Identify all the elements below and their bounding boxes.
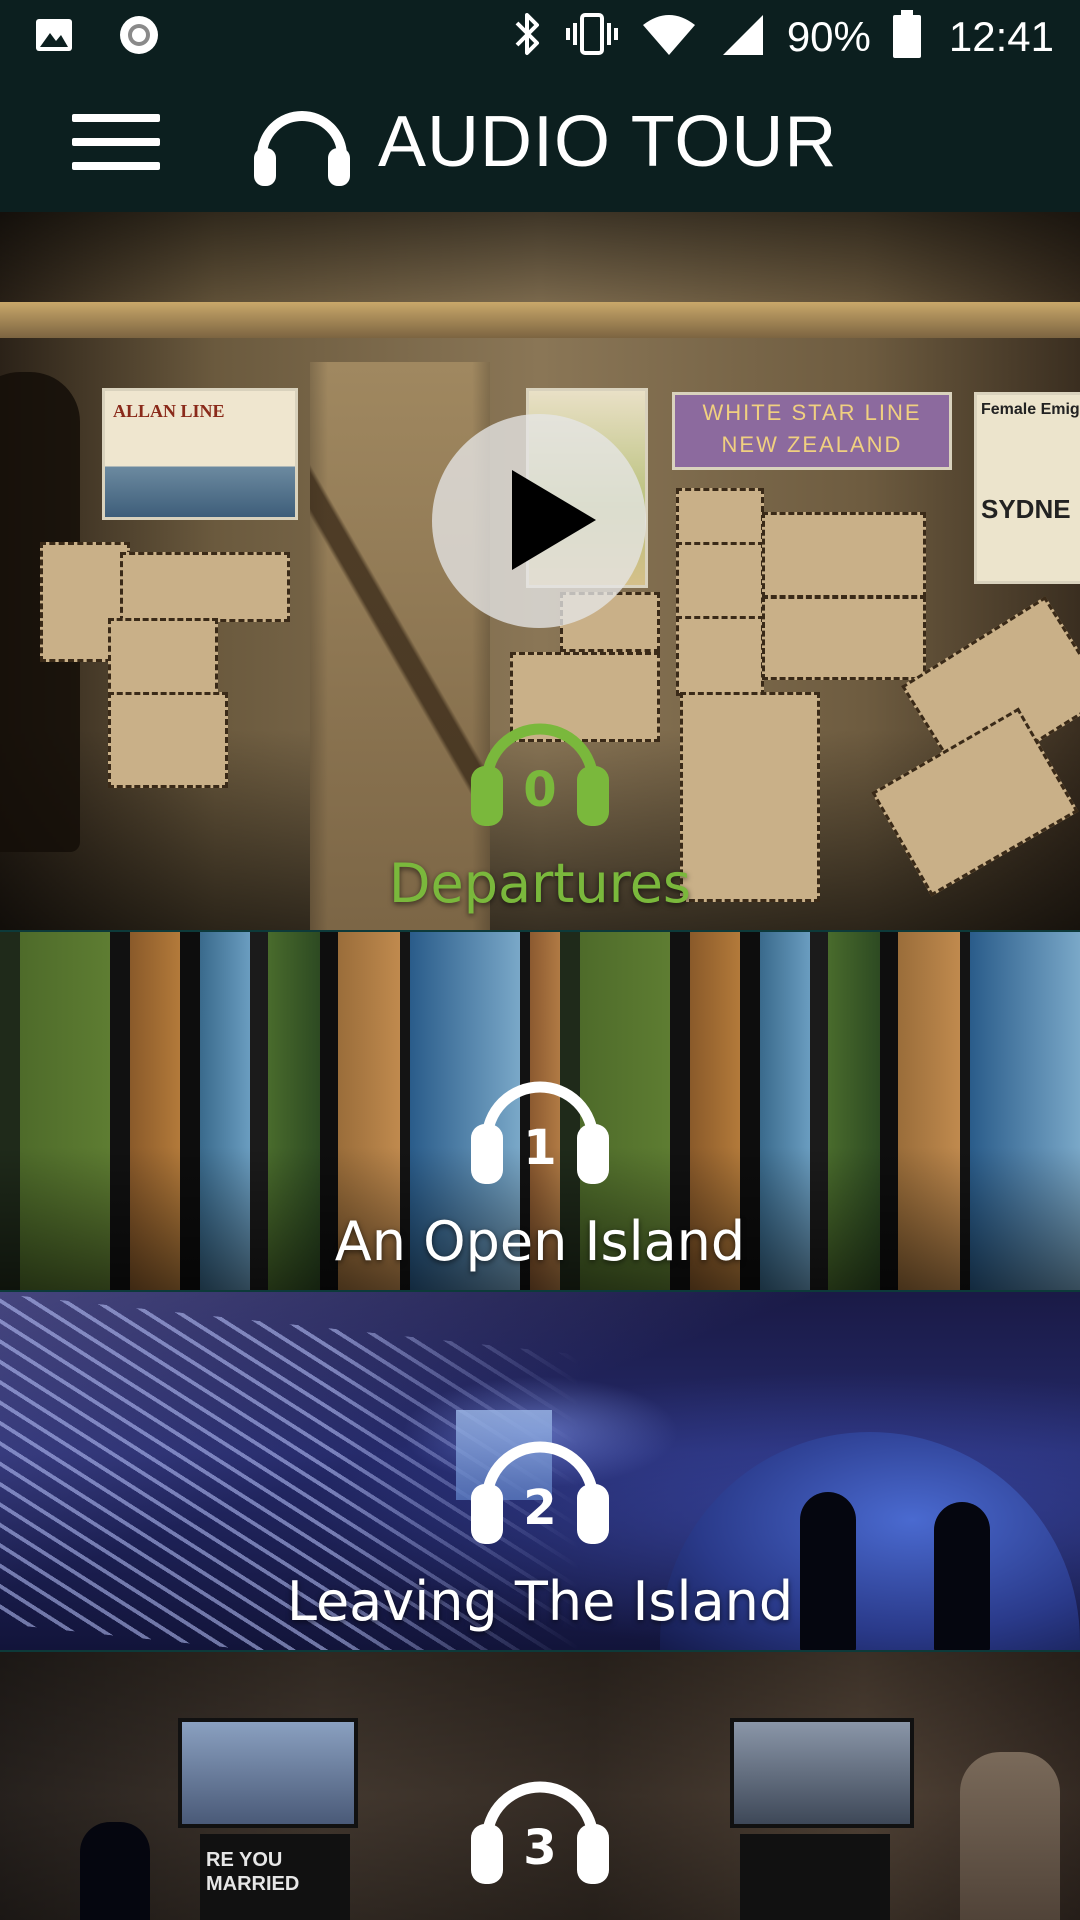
status-bar: 90% 12:41 <box>0 0 1080 72</box>
stop-number: 2 <box>523 1480 557 1536</box>
vibrate-icon <box>565 11 619 62</box>
headphones-icon <box>250 100 354 186</box>
poster-white-star-line: WHITE STAR LINE NEW ZEALAND <box>672 392 952 470</box>
crate <box>108 692 228 788</box>
image-icon <box>34 15 74 60</box>
crate <box>762 596 926 680</box>
poster-allan-line: ALLAN LINE <box>102 388 298 520</box>
tour-stop-1[interactable]: 1 An Open Island <box>0 932 1080 1290</box>
shelf <box>0 302 1080 338</box>
visitor-silhouette <box>80 1822 150 1920</box>
poster-emigration: Female Emigr SYDNE <box>974 392 1080 584</box>
tour-stop-2[interactable]: 2 Leaving The Island <box>0 1292 1080 1650</box>
poster-white-star-line-line2: NEW ZEALAND <box>721 432 903 457</box>
stop-0-badge: 0 <box>465 712 615 828</box>
hamburger-menu-icon[interactable] <box>68 108 160 176</box>
poster-allan-line-text: ALLAN LINE <box>113 401 225 421</box>
portrait-mural <box>960 1752 1060 1920</box>
record-icon <box>118 14 160 61</box>
video-screen <box>730 1718 914 1828</box>
stop-2-badge: 2 <box>465 1430 615 1546</box>
tour-stop-0[interactable]: ALLAN LINE WHITE STAR LINE NEW ZEALAND F… <box>0 212 1080 930</box>
tour-stop-list: ALLAN LINE WHITE STAR LINE NEW ZEALAND F… <box>0 212 1080 1920</box>
page-title: AUDIO TOUR <box>378 102 838 182</box>
crate <box>762 512 926 598</box>
battery-icon <box>892 10 921 63</box>
stop-title: Departures <box>388 852 692 915</box>
play-icon[interactable] <box>432 414 646 628</box>
cell-signal-icon <box>719 11 765 62</box>
poster-emigration-line2: SYDNE <box>981 494 1071 524</box>
stop-number: 1 <box>523 1120 557 1176</box>
crate <box>120 552 290 622</box>
stop-number: 3 <box>523 1820 557 1876</box>
clock: 12:41 <box>948 12 1054 60</box>
poster-emigration-line1: Female Emigr <box>981 401 1080 418</box>
video-screen <box>178 1718 358 1828</box>
stop-number: 0 <box>523 762 557 818</box>
battery-percent: 90% <box>786 12 871 60</box>
app-bar: AUDIO TOUR <box>0 72 1080 212</box>
info-sign-text: RE YOU MARRIED <box>206 1849 300 1895</box>
crate <box>676 488 764 548</box>
crate <box>108 618 218 698</box>
stop-1-badge: 1 <box>465 1070 615 1186</box>
stop-title: Leaving The Island <box>286 1570 794 1633</box>
wifi-icon <box>641 11 697 62</box>
crate <box>676 542 764 622</box>
crate <box>676 616 764 696</box>
tour-stop-3[interactable]: RE YOU MARRIED 3 <box>0 1652 1080 1920</box>
info-sign <box>740 1834 890 1920</box>
info-sign: RE YOU MARRIED <box>200 1834 350 1920</box>
poster-white-star-line-line1: WHITE STAR LINE <box>702 400 922 425</box>
stop-3-badge: 3 <box>465 1770 615 1886</box>
bluetooth-icon <box>513 11 543 62</box>
stop-title: An Open Island <box>334 1210 746 1273</box>
